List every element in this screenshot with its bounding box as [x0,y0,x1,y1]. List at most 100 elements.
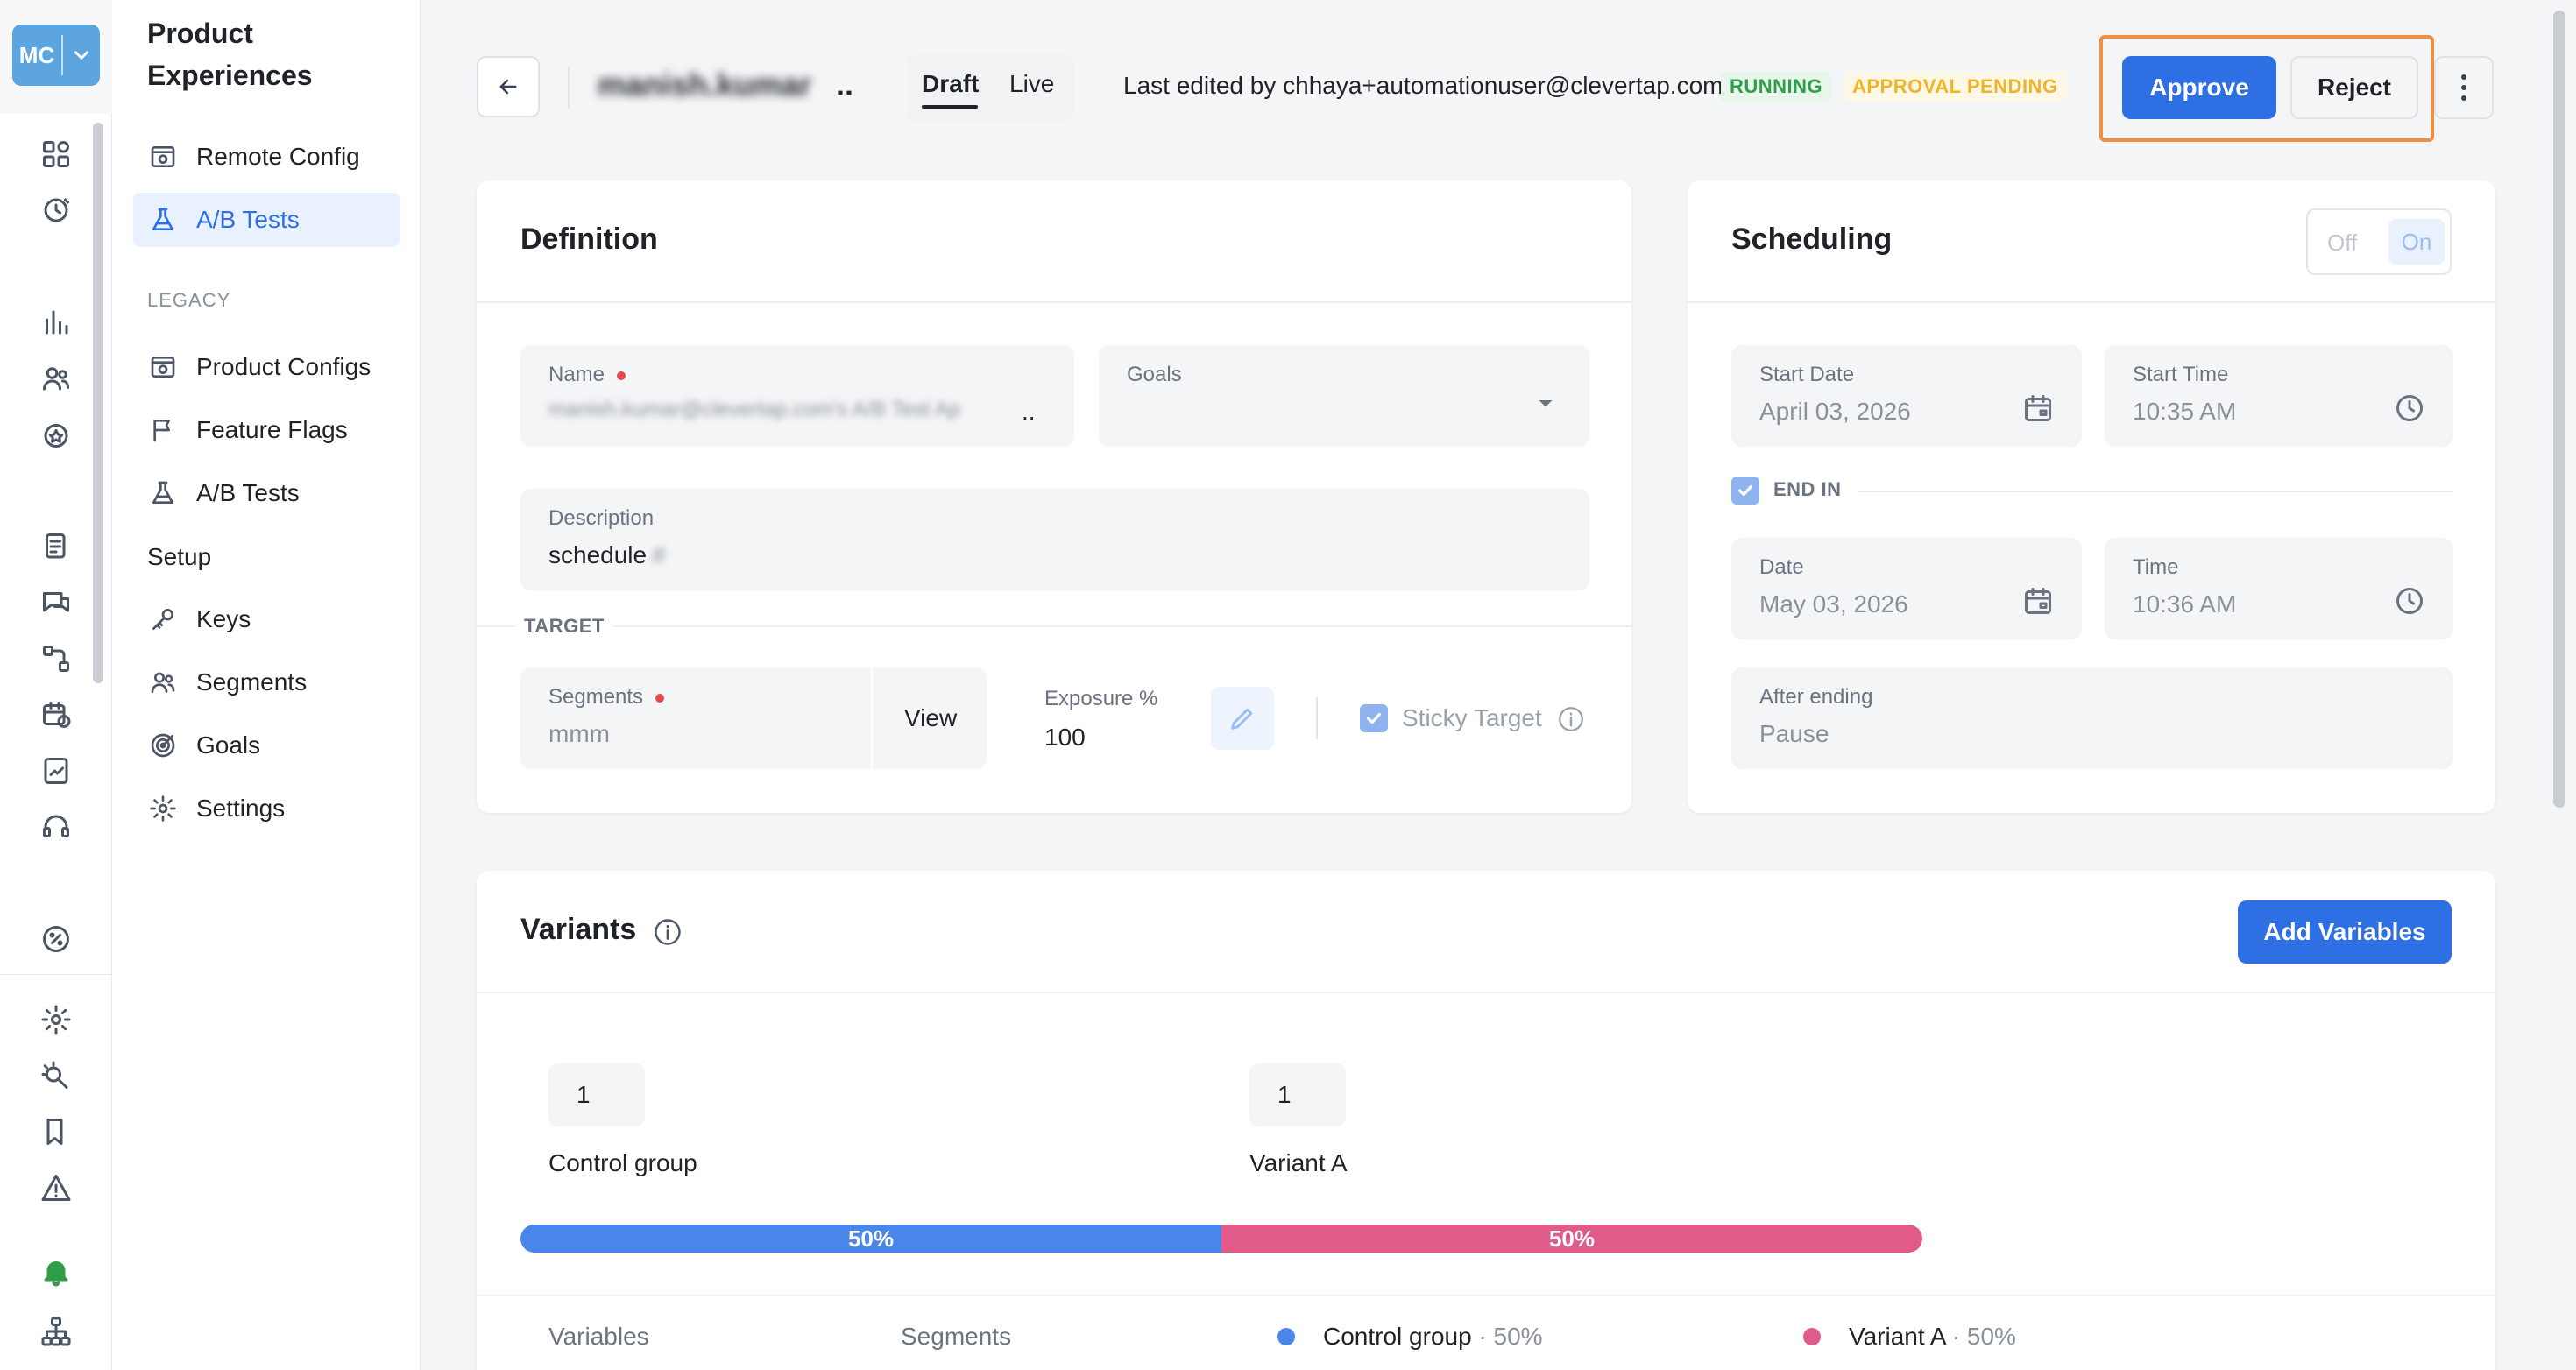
target-icon [147,730,179,761]
variant-a-label: Variant A [1249,1149,1348,1176]
tab-draft[interactable]: Draft [922,70,979,98]
users-icon[interactable] [39,361,74,396]
sidebar-item-keys[interactable]: Keys [133,592,400,646]
offers-icon[interactable] [39,922,74,957]
variants-title: Variants [520,913,637,946]
product-config-icon [147,351,179,383]
sidebar-item-goals[interactable]: Goals [133,718,400,773]
page-scrollbar[interactable] [2553,11,2565,808]
sidebar-item-ab-tests[interactable]: A/B Tests [133,193,400,247]
scheduling-title: Scheduling [1731,222,1893,256]
sticky-target-checkbox[interactable] [1360,704,1388,732]
gear-icon [147,793,179,824]
control-group-weight-input[interactable]: 1 [548,1063,645,1126]
bell-icon[interactable] [39,1254,74,1289]
pencil-icon [1231,708,1253,730]
description-value: schedule [548,541,648,568]
traffic-split-bar: 50% 50% [520,1225,1922,1253]
more-options-button[interactable] [2434,56,2494,119]
remote-config-icon [147,141,179,173]
kebab-menu-icon [2461,74,2466,101]
setup-section-label: Setup [147,543,212,570]
info-icon[interactable] [1556,704,1586,734]
docs-icon[interactable] [39,1114,74,1149]
journeys-icon[interactable] [39,193,74,228]
flask-icon [147,204,179,236]
control-group-label: Control group [548,1149,697,1176]
sidebar-item-feature-flags[interactable]: Feature Flags [133,403,400,457]
legend-variant-a: Variant A · 50% [1849,1323,2016,1350]
debug-icon[interactable] [39,1058,74,1093]
flows-icon[interactable] [39,641,74,676]
sidebar-item-remote-config[interactable]: Remote Config [133,130,400,184]
sidebar-item-settings[interactable]: Settings [133,781,400,836]
schedule-icon[interactable] [39,697,74,732]
segments-field[interactable]: Segments mmm [520,667,871,769]
name-field[interactable]: Name manish.kumar@clevertap.com's A/B Te… [520,345,1074,447]
back-button[interactable] [477,56,540,117]
goals-select[interactable]: Goals [1099,345,1589,447]
exposure-label: Exposure % [1044,687,1158,710]
scheduling-card: Scheduling Start Date April 03, 2026 Sta… [1688,180,2495,813]
draft-live-switch: Draft Live [908,54,1074,121]
required-indicator [655,693,665,703]
messages-icon[interactable] [39,585,74,620]
scheduling-toggle[interactable]: Off On [2306,208,2452,275]
status-badge-approval-pending: APPROVAL PENDING [1844,72,2067,102]
legend-control-group: Control group · 50% [1323,1323,1543,1350]
campaigns-icon[interactable] [39,529,74,564]
experience-name-ellipsis: .. [836,67,854,102]
start-date-field[interactable]: Start Date April 03, 2026 [1731,345,2082,447]
flag-icon [147,414,179,446]
calendar-icon [2020,391,2056,426]
sidebar-item-legacy-ab-tests[interactable]: A/B Tests [133,466,400,520]
reports-icon[interactable] [39,753,74,788]
flask-icon [147,477,179,509]
experience-name[interactable]: manish.kumar [598,67,834,103]
rail-scrollbar[interactable] [93,123,103,683]
account-switcher[interactable]: MC [12,25,100,86]
insights-icon[interactable] [39,417,74,452]
end-in-checkbox[interactable] [1731,477,1759,505]
end-date-field[interactable]: Date May 03, 2026 [1731,538,2082,639]
variables-column-header: Variables [548,1323,649,1350]
sidebar-item-product-configs[interactable]: Product Configs [133,340,400,394]
sidebar-item-segments[interactable]: Segments [133,655,400,710]
after-ending-select[interactable]: After ending Pause [1731,667,2453,769]
tab-live[interactable]: Live [1009,70,1054,98]
info-icon[interactable] [652,916,683,948]
description-field[interactable]: Description schedule # [520,489,1589,590]
view-segments-button[interactable]: View [873,667,987,769]
account-initials: MC [18,41,55,68]
warning-icon[interactable] [39,1170,74,1205]
org-chart-icon[interactable] [39,1314,74,1349]
variants-card: Variants [477,871,2495,1370]
edit-exposure-button[interactable] [1211,687,1274,750]
segments-value: mmm [548,720,610,747]
toggle-off-label: Off [2327,230,2358,256]
gear-icon[interactable] [39,1002,74,1037]
legend-dot-control [1277,1328,1295,1345]
users-icon [147,667,179,698]
target-section-label: TARGET [515,615,613,638]
sidebar-title: Product Experiences [147,18,313,91]
caret-down-icon [1528,385,1563,420]
analytics-icon[interactable] [39,305,74,340]
sticky-target-label: Sticky Target [1402,704,1542,731]
end-in-label: END IN [1773,478,1842,500]
approve-button[interactable]: Approve [2122,56,2276,119]
last-edited-text: Last edited by chhaya+automationuser@cle… [1123,72,1723,99]
key-icon [147,604,179,635]
arrow-left-icon [499,79,517,95]
dashboard-icon[interactable] [39,137,74,172]
reject-button[interactable]: Reject [2290,56,2418,119]
split-segment-control: 50% [520,1225,1221,1253]
support-icon[interactable] [39,809,74,844]
name-value: manish.kumar@clevertap.com's A/B Test Ap [548,398,961,421]
end-time-field[interactable]: Time 10:36 AM [2105,538,2453,639]
start-time-field[interactable]: Start Time 10:35 AM [2105,345,2453,447]
variant-a-weight-input[interactable]: 1 [1249,1063,1346,1126]
add-variables-button[interactable]: Add Variables [2238,900,2452,964]
toggle-on-label: On [2388,219,2445,265]
icon-rail: MC [0,0,112,1370]
